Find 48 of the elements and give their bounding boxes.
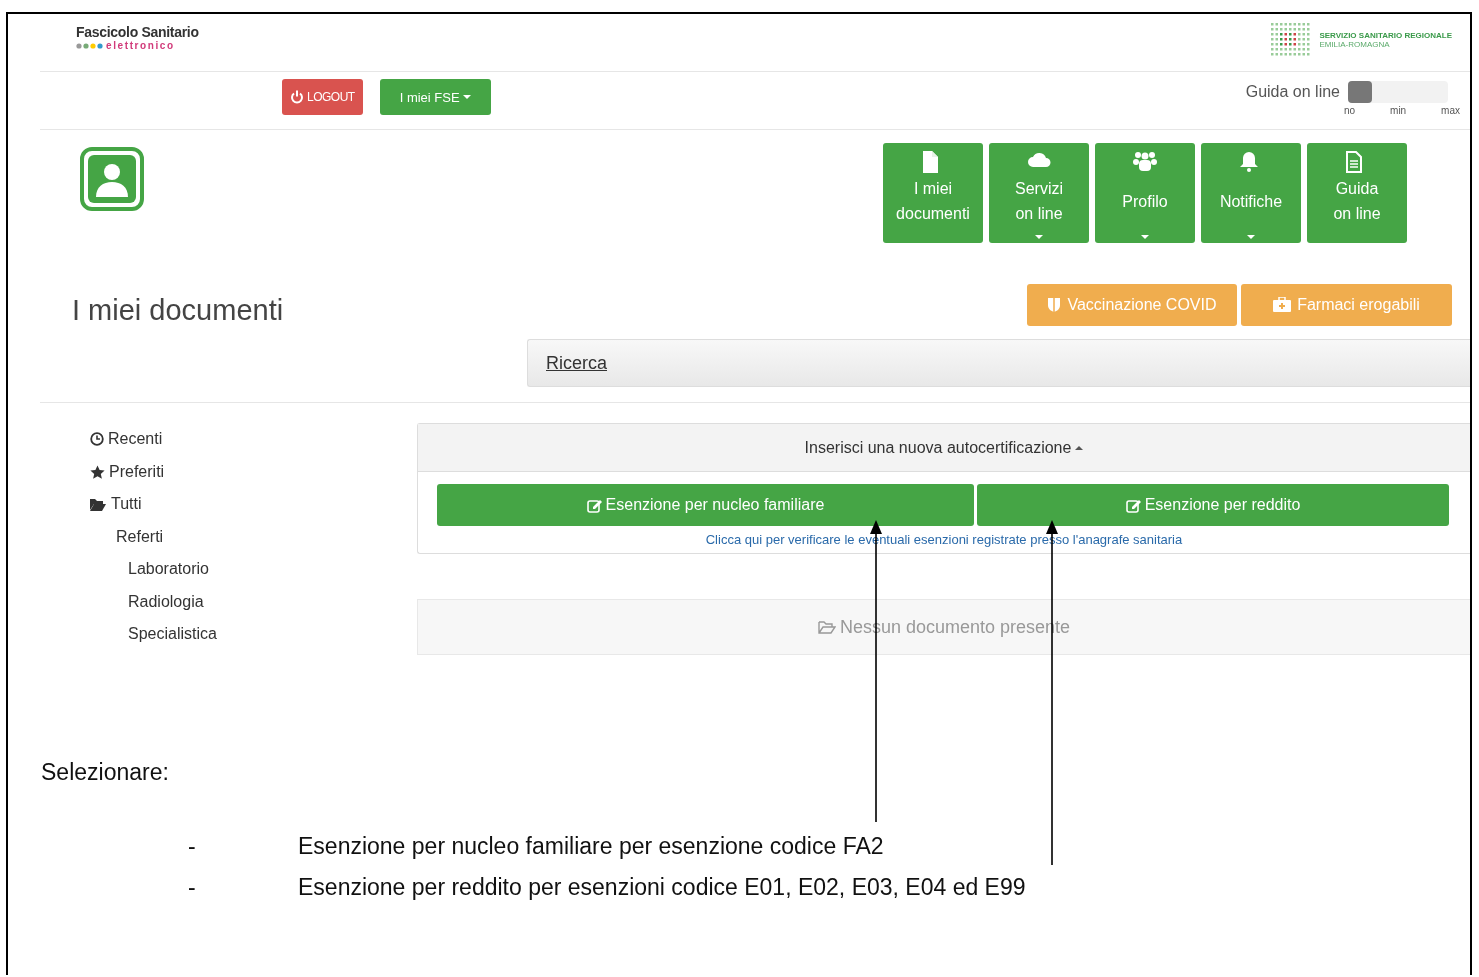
nav-tile[interactable]: Servizi on line — [989, 143, 1089, 243]
user-avatar-icon — [80, 147, 144, 211]
search-panel-header[interactable]: Ricerca — [527, 339, 1470, 387]
logo-title: Fascicolo Sanitario — [76, 24, 199, 40]
region-logo-icon — [1271, 23, 1312, 57]
star-icon — [90, 464, 105, 479]
panel-header[interactable]: Inserisci una nuova autocertificazione — [418, 424, 1470, 472]
edit-icon — [1125, 497, 1141, 513]
tree-item[interactable]: Recenti — [108, 430, 163, 449]
logo-subtitle: elettronico — [106, 40, 175, 51]
dots-icon — [76, 41, 104, 50]
folder-icon — [817, 619, 836, 635]
instruction-item: Esenzione per reddito per esenzioni codice E01, E02, E03, E04 ed E99 — [298, 873, 1026, 902]
menu-dropdown-button[interactable]: I miei FSE — [379, 79, 491, 115]
nav-tile[interactable]: Notifiche — [1201, 143, 1301, 243]
users-icon — [1133, 151, 1157, 173]
exemption-button[interactable]: Esenzione per nucleo familiare — [437, 484, 974, 526]
power-icon — [290, 90, 304, 104]
slider-tick-label: min — [1390, 105, 1407, 116]
list-dash: - — [187, 832, 197, 861]
edit-icon — [586, 497, 602, 513]
clock-icon — [90, 432, 104, 447]
guide-slider[interactable] — [1348, 81, 1448, 103]
page-title: I miei documenti — [72, 294, 285, 328]
medkit-icon — [1273, 297, 1292, 313]
list-dash: - — [187, 873, 197, 902]
tree-item[interactable]: Laboratorio — [128, 560, 209, 579]
slider-tick-label: no — [1344, 105, 1356, 116]
tree-item[interactable]: Specialistica — [128, 625, 217, 644]
exemption-button[interactable]: Esenzione per reddito — [977, 484, 1449, 526]
instruction-text: Selezionare: — [41, 758, 170, 786]
region-logo-subtitle: EMILIA-ROMAGNA — [1319, 40, 1391, 49]
nav-tile[interactable]: Profilo — [1095, 143, 1195, 243]
slider-tick-label: max — [1441, 105, 1460, 116]
tree-item[interactable]: Radiologia — [128, 592, 204, 611]
tree-item[interactable]: Preferiti — [109, 462, 165, 481]
guide-label: Guida on line — [1245, 83, 1340, 101]
nav-tile[interactable]: I miei documenti — [883, 143, 983, 243]
tree-item[interactable]: Referti — [116, 527, 164, 546]
nav-tile[interactable]: Guida on line — [1307, 143, 1407, 243]
logout-button[interactable]: LOGOUT — [282, 79, 363, 115]
tree-item[interactable]: Tutti — [111, 495, 142, 514]
caret-icon — [462, 95, 471, 99]
instruction-item: Esenzione per nucleo familiare per esenzione codice FA2 — [298, 832, 884, 861]
slider-thumb[interactable] — [1348, 81, 1372, 103]
shield-icon — [1047, 297, 1062, 313]
region-logo-title: SERVIZIO SANITARIO REGIONALE — [1319, 31, 1452, 40]
folder-icon — [90, 497, 107, 512]
